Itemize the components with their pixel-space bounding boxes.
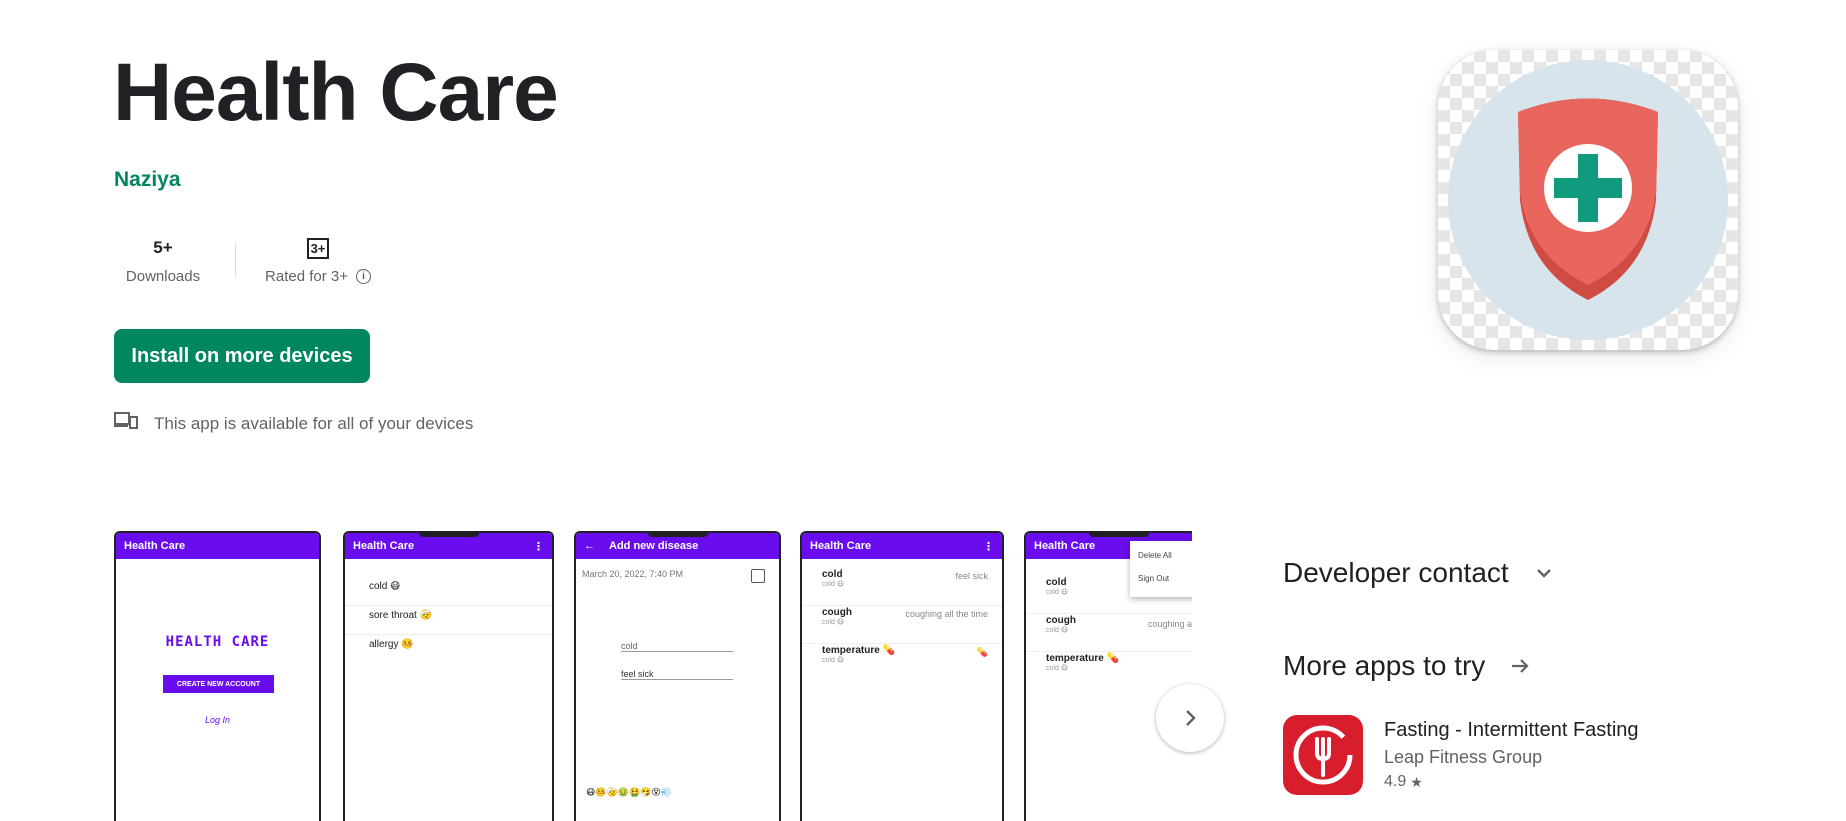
screenshot-field-note: feel sick: [621, 669, 733, 680]
stat-divider: [235, 243, 236, 277]
screenshot-list-item: allergy 🤒: [369, 639, 414, 650]
screenshot-list-item: sore throat 🤕: [345, 610, 552, 635]
screenshot-app-bar: Health Care ⋮: [802, 533, 1002, 559]
screenshot-overflow-menu: Delete All Sign Out: [1130, 541, 1192, 597]
item-sub: cold 😷: [822, 581, 845, 588]
screenshot-list-item: temperature 💊 cold 😷: [1026, 653, 1192, 689]
phone-notch: [1089, 533, 1149, 537]
screenshot-create-account-button: CREATE NEW ACCOUNT: [163, 675, 274, 693]
back-arrow-icon: ←: [584, 540, 595, 552]
menu-item-sign-out: Sign Out: [1138, 574, 1170, 583]
screenshot-logo-text: HEALTH CARE: [165, 634, 270, 650]
screenshot-list-item: cold 😷: [345, 581, 552, 606]
screenshot-3[interactable]: ← Add new disease March 20, 2022, 7:40 P…: [574, 531, 781, 821]
screenshot-emoji-row: 😷🤒🤕🤢🤮🤧😵💨: [586, 787, 673, 797]
screenshot-1[interactable]: Health Care HEALTH CARE CREATE NEW ACCOU…: [114, 531, 321, 821]
star-icon: ★: [1410, 773, 1423, 790]
content-rating-label: Rated for 3+: [265, 268, 348, 285]
suggested-app-card[interactable]: Fasting - Intermittent Fasting Leap Fitn…: [1283, 715, 1703, 797]
rating-value: 4.9: [1384, 773, 1407, 790]
screenshot-list-item: temperature 💊 cold 😷 💊: [802, 645, 1002, 681]
screenshot-app-bar: Health Care: [116, 533, 319, 559]
suggested-app-rating: 4.9 ★: [1384, 773, 1423, 791]
downloads-value: 5+: [153, 238, 173, 257]
screenshot-bar-title: Health Care: [124, 540, 186, 552]
menu-item-delete-all: Delete All: [1138, 551, 1172, 560]
item-sub: cold 😷: [1046, 665, 1069, 672]
overflow-menu-icon: ⋮: [983, 540, 994, 553]
developer-contact-toggle[interactable]: Developer contact: [1283, 557, 1555, 589]
more-apps-link[interactable]: More apps to try: [1283, 650, 1531, 682]
overflow-menu-icon: ⋮: [533, 540, 544, 553]
screenshot-list-item: cold cold 😷 feel sick: [802, 569, 1002, 606]
devices-note: This app is available for all of your de…: [114, 411, 473, 436]
downloads-stat: 5+ Downloads: [118, 234, 208, 285]
downloads-label: Downloads: [125, 268, 201, 285]
install-button[interactable]: Install on more devices: [114, 329, 370, 383]
info-icon[interactable]: i: [355, 269, 371, 284]
screenshot-date: March 20, 2022, 7:40 PM: [582, 569, 684, 579]
screenshot-bar-title: Health Care: [353, 540, 415, 552]
developer-contact-heading: Developer contact: [1283, 557, 1509, 588]
content-rating-badge: 3+: [306, 237, 330, 259]
item-name: temperature 💊: [822, 645, 896, 656]
item-name: temperature 💊: [1046, 653, 1120, 664]
chevron-down-icon: [1536, 569, 1551, 578]
item-note: 💊: [976, 647, 988, 657]
screenshots-carousel[interactable]: Health Care HEALTH CARE CREATE NEW ACCOU…: [114, 531, 1192, 821]
screenshot-list-item: cough cold 😷 coughing all the t: [1026, 615, 1192, 652]
item-note: coughing all the time: [905, 609, 988, 619]
phone-notch: [647, 533, 708, 537]
screenshot-field-disease: cold: [621, 641, 733, 652]
screenshot-bar-title: Health Care: [810, 540, 872, 552]
item-sub: cold 😷: [822, 619, 845, 626]
suggested-app-name: Fasting - Intermittent Fasting: [1384, 719, 1639, 741]
arrow-right-icon: [1512, 659, 1529, 673]
app-title: Health Care: [113, 47, 559, 138]
developer-link[interactable]: Naziya: [114, 168, 181, 192]
suggested-app-developer: Leap Fitness Group: [1384, 747, 1543, 767]
item-note: feel sick: [955, 571, 988, 581]
phone-notch: [418, 533, 479, 537]
screenshot-list-item: cough cold 😷 coughing all the time: [802, 607, 1002, 644]
more-apps-heading: More apps to try: [1283, 650, 1486, 681]
screenshot-5[interactable]: Health Care cold cold 😷 cough cold 😷 cou…: [1024, 531, 1192, 821]
health-shield-icon: [1438, 50, 1738, 350]
content-rating-stat: 3+ Rated for 3+ i: [258, 234, 378, 285]
screenshot-2[interactable]: Health Care ⋮ cold 😷 sore throat 🤕 aller…: [343, 531, 554, 821]
carousel-next-button[interactable]: [1156, 684, 1224, 752]
calendar-icon: [751, 569, 765, 583]
item-note: coughing all the t: [1147, 619, 1192, 629]
chevron-right-icon: [1186, 710, 1196, 726]
devices-note-text: This app is available for all of your de…: [154, 413, 474, 433]
screenshot-bar-title: Add new disease: [609, 540, 699, 552]
screenshot-login-link: Log In: [204, 715, 231, 725]
screenshot-4[interactable]: Health Care ⋮ cold cold 😷 feel sick coug…: [800, 531, 1004, 821]
devices-icon: [114, 411, 138, 436]
item-sub: cold 😷: [822, 657, 845, 664]
screenshot-bar-title: Health Care: [1034, 540, 1096, 552]
fasting-app-icon: [1283, 715, 1363, 795]
